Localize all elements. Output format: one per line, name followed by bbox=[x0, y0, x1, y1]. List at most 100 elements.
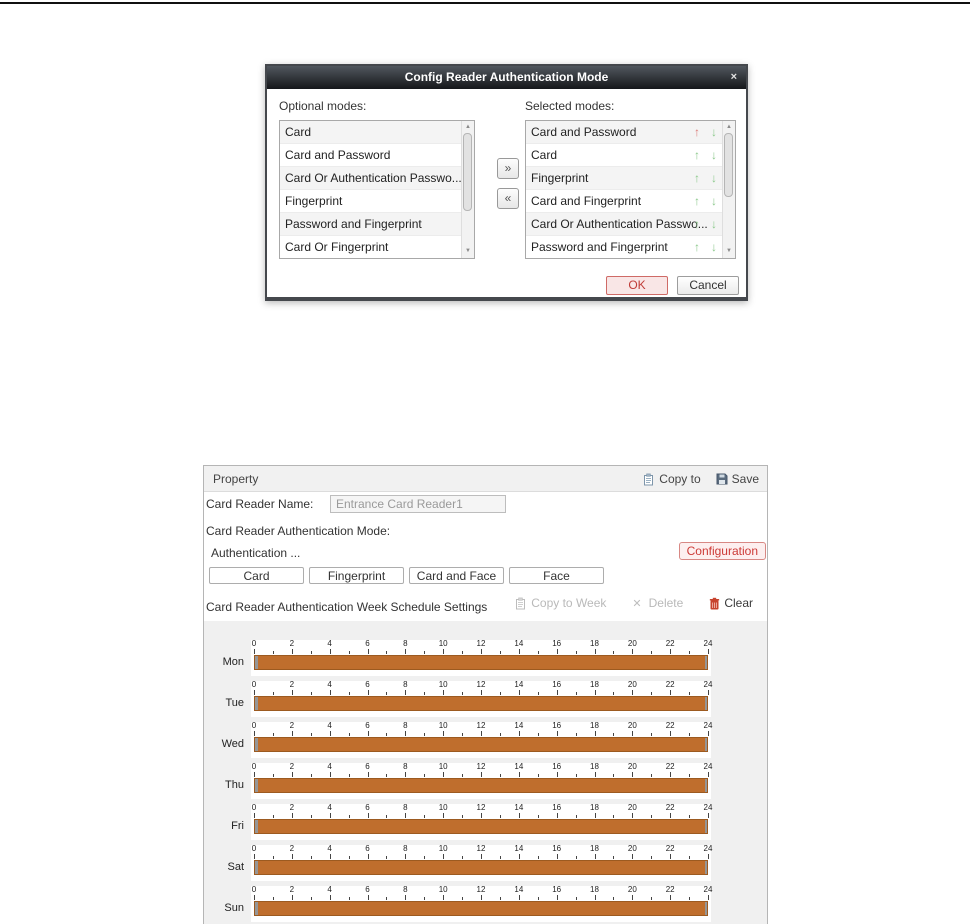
scroll-up-icon[interactable]: ▲ bbox=[462, 122, 474, 133]
hour-label: 16 bbox=[552, 762, 562, 771]
ruler-tick bbox=[651, 733, 653, 736]
ruler-tick bbox=[291, 772, 293, 777]
selected-mode-row[interactable]: Card ↑ ↓ bbox=[526, 144, 722, 167]
move-up-arrow-icon[interactable]: ↑ bbox=[694, 239, 700, 255]
auth-mode-buttons: Card Fingerprint Card and Face Face bbox=[209, 567, 604, 584]
ruler-tick bbox=[481, 895, 482, 900]
close-icon[interactable]: × bbox=[731, 66, 737, 88]
selected-mode-row[interactable]: Card Or Authentication Passwo... ↑ ↓ bbox=[526, 213, 722, 236]
auth-mode-button[interactable]: Card bbox=[209, 567, 304, 584]
ruler-tick bbox=[537, 774, 539, 777]
hour-label: 6 bbox=[365, 885, 370, 894]
hour-label: 24 bbox=[703, 885, 713, 894]
move-down-arrow-icon[interactable]: ↓ bbox=[711, 239, 717, 255]
save-button[interactable]: Save bbox=[716, 472, 759, 486]
schedule-bar[interactable] bbox=[254, 655, 708, 670]
panel-title: Property bbox=[213, 472, 259, 486]
move-left-button[interactable]: « bbox=[497, 188, 519, 209]
ruler-tick bbox=[575, 733, 577, 736]
optional-mode-row[interactable]: Password and Fingerprint bbox=[280, 213, 461, 236]
scrollbar-thumb[interactable] bbox=[724, 133, 733, 197]
day-label: Sat bbox=[227, 861, 244, 873]
scroll-down-icon[interactable]: ▼ bbox=[462, 246, 474, 257]
schedule-bar[interactable] bbox=[254, 901, 708, 916]
hour-label: 18 bbox=[590, 721, 599, 730]
timeline-ruler: 0 2 4 6 8 10 12 14 16 18 20 22 24 bbox=[252, 885, 712, 900]
scroll-down-icon[interactable]: ▼ bbox=[723, 246, 735, 257]
schedule-bar[interactable] bbox=[254, 860, 708, 875]
ruler-tick bbox=[386, 815, 388, 818]
hour-label: 4 bbox=[327, 885, 332, 894]
hour-label: 10 bbox=[438, 885, 448, 894]
ruler-tick bbox=[310, 733, 312, 736]
ruler-tick bbox=[651, 651, 653, 654]
delete-button[interactable]: ✕ Delete bbox=[632, 596, 683, 610]
hour-label: 12 bbox=[476, 639, 486, 648]
ruler-tick bbox=[443, 690, 445, 695]
move-right-button[interactable]: » bbox=[497, 158, 519, 179]
ruler-tick bbox=[518, 854, 520, 859]
day-label: Tue bbox=[225, 697, 244, 709]
copy-to-button[interactable]: Copy to bbox=[643, 472, 701, 486]
move-down-arrow-icon[interactable]: ↓ bbox=[711, 124, 717, 140]
auth-text: Authentication ... bbox=[211, 546, 301, 560]
hour-label: 14 bbox=[514, 639, 524, 648]
move-up-arrow-icon[interactable]: ↑ bbox=[694, 193, 700, 209]
selected-mode-row[interactable]: Card and Password ↑ ↓ bbox=[526, 121, 722, 144]
scrollbar-thumb[interactable] bbox=[463, 133, 472, 211]
hour-label: 4 bbox=[327, 762, 332, 771]
hour-label: 6 bbox=[365, 762, 370, 771]
hour-label: 4 bbox=[327, 639, 332, 648]
move-up-arrow-icon[interactable]: ↑ bbox=[694, 147, 700, 163]
move-up-arrow-icon[interactable]: ↑ bbox=[694, 216, 700, 232]
configuration-button[interactable]: Configuration bbox=[678, 542, 766, 560]
move-down-arrow-icon[interactable]: ↓ bbox=[711, 170, 717, 186]
selected-list-scrollbar[interactable]: ▲ ▼ bbox=[722, 121, 735, 258]
optional-mode-row[interactable]: Card and Password bbox=[280, 144, 461, 167]
ruler-tick bbox=[310, 651, 312, 654]
ruler-tick bbox=[348, 774, 350, 777]
clear-button[interactable]: Clear bbox=[709, 596, 753, 610]
schedule-bar[interactable] bbox=[254, 737, 708, 752]
selected-mode-row[interactable]: Password and Fingerprint ↑ ↓ bbox=[526, 236, 722, 258]
ok-button[interactable]: OK bbox=[606, 276, 668, 295]
optional-list-scrollbar[interactable]: ▲ ▼ bbox=[461, 121, 474, 258]
selected-mode-row[interactable]: Card and Fingerprint ↑ ↓ bbox=[526, 190, 722, 213]
scroll-up-icon[interactable]: ▲ bbox=[723, 122, 735, 133]
card-reader-name-input[interactable] bbox=[330, 495, 506, 513]
auth-mode-button[interactable]: Face bbox=[509, 567, 604, 584]
ruler-tick bbox=[348, 856, 350, 859]
ruler-tick bbox=[443, 772, 445, 777]
day-label: Fri bbox=[231, 820, 244, 832]
schedule-bar[interactable] bbox=[254, 778, 708, 793]
optional-mode-label: Password and Fingerprint bbox=[285, 217, 422, 231]
optional-mode-row[interactable]: Card Or Authentication Passwo... bbox=[280, 167, 461, 190]
ruler-tick bbox=[651, 815, 653, 818]
auth-mode-button[interactable]: Fingerprint bbox=[309, 567, 404, 584]
hour-label: 16 bbox=[552, 639, 562, 648]
ruler-tick bbox=[291, 813, 293, 818]
ruler-tick bbox=[386, 774, 388, 777]
move-up-arrow-icon[interactable]: ↑ bbox=[694, 124, 700, 140]
ruler-tick bbox=[518, 731, 520, 736]
optional-mode-row[interactable]: Card bbox=[280, 121, 461, 144]
selected-mode-row[interactable]: Fingerprint ↑ ↓ bbox=[526, 167, 722, 190]
move-down-arrow-icon[interactable]: ↓ bbox=[711, 147, 717, 163]
ruler-tick bbox=[310, 856, 312, 859]
schedule-bar[interactable] bbox=[254, 696, 708, 711]
ruler-tick bbox=[499, 856, 501, 859]
move-up-arrow-icon[interactable]: ↑ bbox=[694, 170, 700, 186]
ruler-tick bbox=[481, 731, 482, 736]
auth-mode-label: Card Reader Authentication Mode: bbox=[206, 524, 391, 538]
timeline-ruler: 0 2 4 6 8 10 12 14 16 18 20 22 24 bbox=[252, 803, 712, 818]
hour-label: 22 bbox=[665, 762, 675, 771]
copy-to-week-button[interactable]: Copy to Week bbox=[515, 596, 606, 610]
move-down-arrow-icon[interactable]: ↓ bbox=[711, 193, 717, 209]
schedule-bar[interactable] bbox=[254, 819, 708, 834]
move-down-arrow-icon[interactable]: ↓ bbox=[711, 216, 717, 232]
auth-mode-button[interactable]: Card and Face bbox=[409, 567, 504, 584]
cancel-button[interactable]: Cancel bbox=[677, 276, 739, 295]
ruler-tick bbox=[291, 895, 293, 900]
optional-mode-row[interactable]: Card Or Fingerprint bbox=[280, 236, 461, 258]
optional-mode-row[interactable]: Fingerprint bbox=[280, 190, 461, 213]
